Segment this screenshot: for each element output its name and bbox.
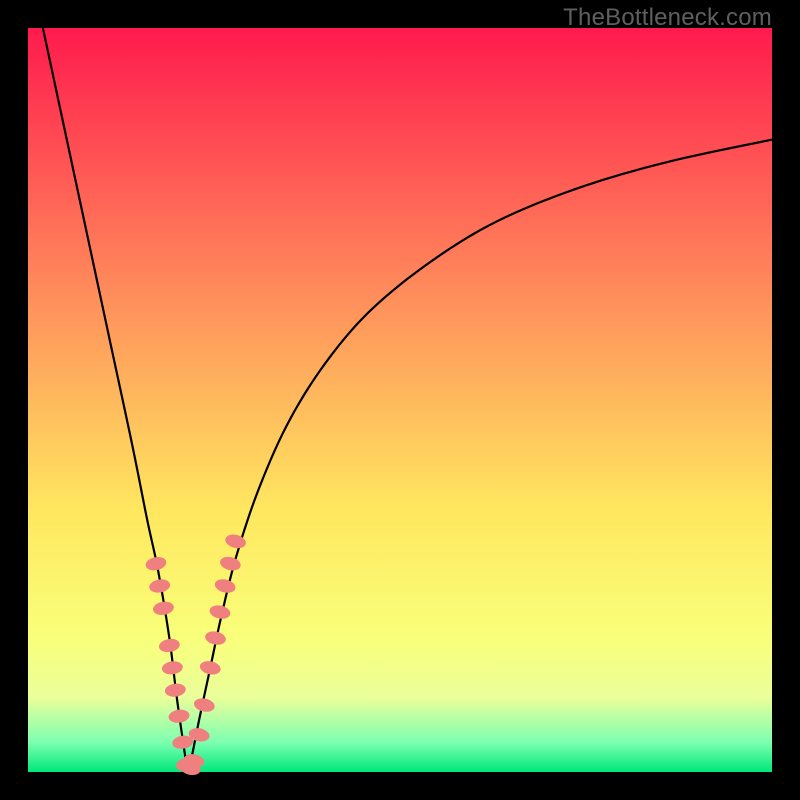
- curve-marker: [152, 600, 175, 616]
- curve-marker: [144, 555, 167, 572]
- curve-marker: [193, 696, 216, 713]
- curve-marker: [219, 555, 243, 573]
- marker-group: [144, 533, 247, 778]
- bottleneck-curve: [43, 28, 772, 772]
- curve-marker: [168, 708, 191, 724]
- curve-marker: [164, 682, 186, 697]
- curve-marker: [204, 630, 227, 647]
- curve-marker: [148, 578, 171, 594]
- curve-marker: [208, 603, 231, 620]
- curve-svg: [28, 28, 772, 772]
- curve-marker: [158, 637, 181, 653]
- plot-area: [28, 28, 772, 772]
- curve-marker: [213, 577, 237, 595]
- curve-marker: [161, 660, 183, 675]
- curve-marker: [199, 659, 222, 676]
- watermark-text: TheBottleneck.com: [563, 4, 772, 32]
- chart-frame: TheBottleneck.com: [0, 0, 800, 800]
